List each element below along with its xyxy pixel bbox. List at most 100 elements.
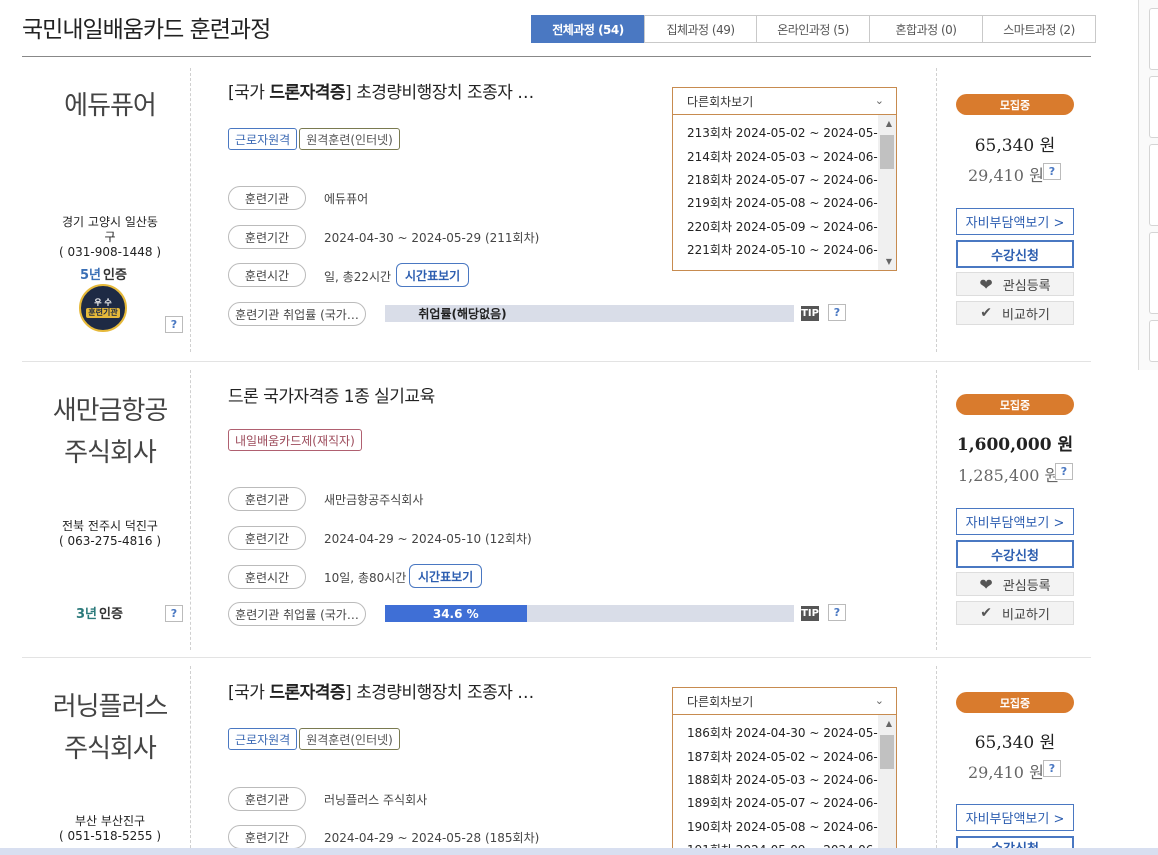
- cert-label: 인증: [103, 268, 127, 283]
- session-option[interactable]: 188회차 2024-05-03 ~ 2024-06-02: [673, 768, 896, 791]
- hours-value: 10일, 총80시간: [324, 571, 407, 585]
- check-icon: ✔: [980, 605, 992, 621]
- scroll-up-icon[interactable]: ▲: [886, 119, 892, 128]
- employment-rate-label: 훈련기관 취업률 (국가…: [228, 602, 366, 626]
- apply-button[interactable]: 수강신청: [956, 240, 1074, 268]
- column-divider: [190, 370, 191, 650]
- course-price: 1,600,000 원: [956, 435, 1074, 455]
- course-type-tabs: 전체과정 (54) 집체과정 (49) 온라인과정 (5) 혼합과정 (0) 스…: [531, 15, 1096, 43]
- org-name[interactable]: 에듀퓨어: [30, 85, 190, 127]
- wishlist-button[interactable]: ❤ 관심등록: [956, 272, 1074, 296]
- sessions-dropdown-header[interactable]: 다른회차보기 ⌄: [673, 688, 896, 715]
- session-option[interactable]: 219회차 2024-05-08 ~ 2024-06-06: [673, 191, 896, 214]
- excellence-badge-icon: 우 수 훈련기관: [79, 284, 127, 332]
- tab-online[interactable]: 온라인과정 (5): [756, 15, 870, 43]
- period-value: 2024-04-29 ~ 2024-05-10 (12회차): [324, 532, 532, 546]
- cert-badge: 5년 인증: [80, 264, 127, 283]
- session-option[interactable]: 186회차 2024-04-30 ~ 2024-05-29: [673, 721, 896, 744]
- scroll-up-icon[interactable]: ▲: [886, 719, 892, 728]
- card-divider: [22, 361, 1091, 362]
- tab-all[interactable]: 전체과정 (54): [531, 15, 645, 43]
- org-name-line: 주식회사: [64, 438, 157, 468]
- session-option[interactable]: 220회차 2024-05-09 ~ 2024-06-07: [673, 215, 896, 238]
- scrollbar[interactable]: ▲: [878, 715, 896, 849]
- help-icon[interactable]: ?: [1055, 463, 1073, 480]
- org-address: 부산 부산진구 ( 051-518-5255 ): [30, 814, 190, 844]
- quick-menu-item[interactable]: [1149, 320, 1158, 362]
- period-label: 훈련기간: [228, 825, 306, 849]
- tip-icon[interactable]: TIP: [801, 306, 819, 321]
- scroll-down-icon[interactable]: ▼: [886, 257, 892, 266]
- status-badge: 모집중: [956, 394, 1074, 415]
- dropdown-label: 다른회차보기: [687, 694, 754, 709]
- timetable-button[interactable]: 시간표보기: [396, 263, 470, 287]
- session-option[interactable]: 214회차 2024-05-03 ~ 2024-06-01: [673, 144, 896, 167]
- org-address: 경기 고양시 일산동 구 ( 031-908-1448 ): [30, 215, 190, 260]
- help-icon[interactable]: ?: [1043, 760, 1061, 777]
- session-option[interactable]: 221회차 2024-05-10 ~ 2024-06-08: [673, 238, 896, 261]
- apply-button[interactable]: 수강신청: [956, 540, 1074, 568]
- sessions-dropdown[interactable]: 다른회차보기 ⌄ 213회차 2024-05-02 ~ 2024-05-31 2…: [672, 87, 897, 271]
- chevron-down-icon: ⌄: [874, 94, 884, 107]
- course-title[interactable]: [국가 드론자격증] 초경량비행장치 조종자 …: [228, 78, 534, 103]
- org-name[interactable]: 새만금항공 주식회사: [30, 390, 190, 474]
- help-icon[interactable]: ?: [828, 604, 846, 621]
- title-suffix: ] 초경량비행장치 조종자 …: [345, 683, 534, 703]
- status-badge: 모집중: [956, 94, 1074, 115]
- address-line: 경기 고양시 일산동: [62, 215, 158, 229]
- org-name[interactable]: 러닝플러스 주식회사: [30, 686, 190, 770]
- sessions-dropdown[interactable]: 다른회차보기 ⌄ 186회차 2024-04-30 ~ 2024-05-29 1…: [672, 687, 897, 849]
- course-title[interactable]: 드론 국가자격증 1종 실기교육: [228, 382, 435, 407]
- title-suffix: ] 초경량비행장치 조종자 …: [345, 83, 534, 103]
- sessions-dropdown-header[interactable]: 다른회차보기 ⌄: [673, 88, 896, 115]
- self-pay-button[interactable]: 자비부담액보기 >: [956, 208, 1074, 235]
- compare-button[interactable]: ✔ 비교하기: [956, 301, 1074, 325]
- title-highlight: 드론자격증: [269, 683, 346, 703]
- self-pay-button[interactable]: 자비부담액보기 >: [956, 804, 1074, 831]
- tab-blended[interactable]: 혼합과정 (0): [869, 15, 983, 43]
- header-divider: [22, 56, 1091, 57]
- institution-value: 새만금항공주식회사: [324, 493, 424, 507]
- tip-icon[interactable]: TIP: [801, 606, 819, 621]
- scrollbar-thumb[interactable]: [880, 135, 894, 169]
- column-divider: [936, 68, 937, 352]
- session-option[interactable]: 187회차 2024-05-02 ~ 2024-06-01: [673, 744, 896, 767]
- institution-label: 훈련기관: [228, 487, 306, 511]
- title-highlight: 드론자격증: [269, 83, 346, 103]
- cert-years: 5년: [80, 268, 102, 283]
- wishlist-label: 관심등록: [1002, 278, 1051, 294]
- session-option[interactable]: 218회차 2024-05-07 ~ 2024-06-05: [673, 168, 896, 191]
- scrollbar-thumb[interactable]: [880, 735, 894, 769]
- employment-rate-text: 34.6 %: [432, 606, 479, 621]
- address-line: 부산 부산진구: [74, 814, 146, 828]
- help-icon[interactable]: ?: [1043, 163, 1061, 180]
- page-title: 국민내일배움카드 훈련과정: [22, 17, 271, 43]
- cert-badge: 3년 인증: [76, 603, 123, 622]
- quick-menu-item[interactable]: [1149, 232, 1158, 314]
- session-option[interactable]: 213회차 2024-05-02 ~ 2024-05-31: [673, 121, 896, 144]
- help-icon[interactable]: ?: [165, 605, 183, 622]
- session-option[interactable]: 190회차 2024-05-08 ~ 2024-06-07: [673, 815, 896, 838]
- quick-menu-item[interactable]: [1149, 144, 1158, 226]
- scrollbar[interactable]: ▲ ▼: [878, 115, 896, 270]
- session-option[interactable]: 189회차 2024-05-07 ~ 2024-06-06: [673, 791, 896, 814]
- quick-menu-item[interactable]: [1149, 8, 1158, 70]
- tab-classroom[interactable]: 집체과정 (49): [644, 15, 757, 43]
- sessions-list: 213회차 2024-05-02 ~ 2024-05-31 214회차 2024…: [673, 115, 896, 270]
- cert-label: 인증: [99, 607, 123, 622]
- course-title[interactable]: [국가 드론자격증] 초경량비행장치 조종자 …: [228, 678, 534, 703]
- tab-smart[interactable]: 스마트과정 (2): [982, 15, 1096, 43]
- horizontal-scrollbar[interactable]: [0, 848, 1158, 855]
- compare-button[interactable]: ✔ 비교하기: [956, 601, 1074, 625]
- help-icon[interactable]: ?: [165, 316, 183, 333]
- quick-menu-item[interactable]: [1149, 76, 1158, 138]
- help-icon[interactable]: ?: [828, 304, 846, 321]
- course-tags: 근로자원격 원격훈련(인터넷): [228, 728, 400, 750]
- column-divider: [936, 370, 937, 650]
- compare-label: 비교하기: [1001, 607, 1050, 623]
- timetable-button[interactable]: 시간표보기: [409, 564, 483, 588]
- self-pay-button[interactable]: 자비부담액보기 >: [956, 508, 1074, 535]
- tag: 원격훈련(인터넷): [299, 728, 400, 750]
- badge-text: 우 수: [94, 298, 112, 307]
- wishlist-button[interactable]: ❤ 관심등록: [956, 572, 1074, 596]
